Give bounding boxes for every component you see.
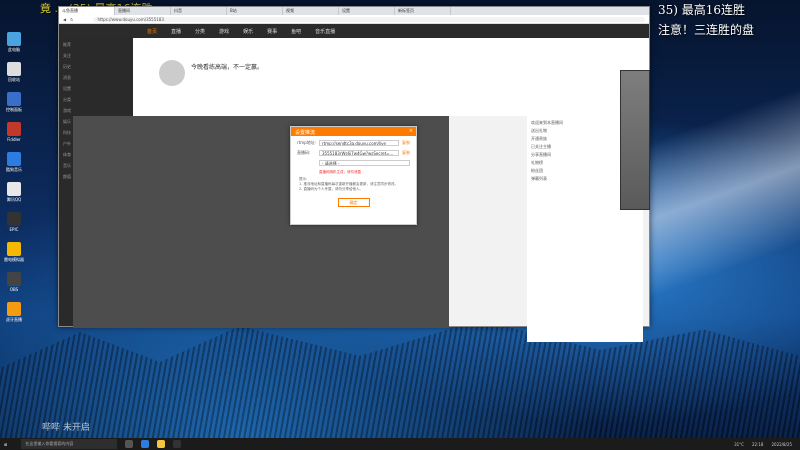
dialog-title: 设置推流 [295, 130, 316, 136]
desktop-icon[interactable]: Fiddler [2, 122, 26, 142]
dialog-header: 设置推流 × [291, 127, 416, 136]
copy-key-button[interactable]: 复制 [402, 150, 410, 156]
nav-item[interactable]: 游戏 [219, 28, 229, 35]
address-bar: ◀ ↻ https://www.douyu.com/3555183 [59, 15, 649, 24]
rtmp-field[interactable]: rtmp://sendtc3a.douyu.com/live [319, 140, 399, 146]
clock-time[interactable]: 22:18 [752, 442, 764, 447]
select-row: - 请选择 - [297, 160, 410, 166]
url-field[interactable]: https://www.douyu.com/3555183 [93, 16, 645, 22]
desktop-icon[interactable]: 虎牙直播 [2, 302, 26, 322]
side-widget[interactable] [620, 70, 650, 210]
sidebar-item[interactable]: 消息 [63, 75, 129, 86]
ok-button[interactable]: 确定 [337, 198, 370, 207]
nav-item[interactable]: 音乐直播 [315, 28, 335, 35]
nav-item[interactable]: 首页 [147, 28, 157, 35]
sidebar-item[interactable]: 设置 [63, 86, 129, 97]
desktop-icon[interactable]: 腾讯QQ [2, 182, 26, 202]
clock-date[interactable]: 2022/8/25 [771, 442, 792, 447]
desktop-icon[interactable]: 酷狗音乐 [2, 152, 26, 172]
nav-item[interactable]: 赛事 [267, 28, 277, 35]
line-select[interactable]: - 请选择 - [319, 160, 410, 166]
browser-tab[interactable]: 视频 [283, 7, 339, 15]
key-label: 直播码: [297, 150, 311, 155]
tips: 提示: 1. 推流地址和直播码每次重新开播都会更新，请注意同步修改。 2. 直播… [299, 177, 408, 192]
browser-tab[interactable]: 抖音 [171, 7, 227, 15]
browser-tab[interactable]: 直播间 [115, 7, 171, 15]
desktop-icon[interactable]: EPIC [2, 212, 26, 232]
nav-item[interactable]: 分类 [195, 28, 205, 35]
sidebar-item[interactable]: 推荐 [63, 42, 129, 53]
browser-tab[interactable]: 斗鱼直播 [59, 7, 115, 15]
avatar[interactable] [159, 60, 185, 86]
windows-start-icon[interactable]: ⊞ [4, 442, 7, 447]
task-view-icon[interactable] [125, 440, 134, 448]
browser-tab[interactable]: 新标签页 [395, 7, 451, 15]
nav-item[interactable]: 娱乐 [243, 28, 253, 35]
overlay-notice: 35) 最高16连胜 注意！三连胜的盘 [658, 0, 800, 44]
browser-tab[interactable]: B站 [227, 7, 283, 15]
desktop-icon[interactable]: 雷电模拟器 [2, 242, 26, 262]
temperature: 31°C [734, 441, 744, 447]
nav-item[interactable]: 直播 [171, 28, 181, 35]
folder-taskbar-icon[interactable] [157, 440, 166, 448]
notice-line-2: 注意！三连胜的盘 [658, 23, 755, 37]
system-tray: 31°C 22:18 2022/8/25 [734, 442, 792, 447]
desktop-icon[interactable]: 控制面板 [2, 92, 26, 112]
stream-watermark: 哔哔 未开启 [42, 423, 90, 433]
browser-tab[interactable]: 设置 [339, 7, 395, 15]
copy-rtmp-button[interactable]: 复制 [402, 140, 410, 146]
rtmp-label: rtmp地址: [297, 140, 316, 145]
desktop-icon[interactable]: OBS [2, 272, 26, 292]
rtmp-row: rtmp地址: rtmp://sendtc3a.douyu.com/live 复… [297, 140, 410, 146]
sidebar-item[interactable]: 分类 [63, 97, 129, 108]
warning-text: 直播码随机生成，请勿泄露 [319, 170, 361, 174]
close-icon[interactable]: × [409, 128, 413, 134]
notice-line-1: 35) 最高16连胜 [658, 3, 746, 17]
tip-2: 2. 直播码为个人专属，请勿分享给他人。 [299, 187, 363, 191]
sidebar-item[interactable]: 历史 [63, 64, 129, 75]
key-row: 直播码: 3555183rWs6i7w4Gw?wsSecret=... 复制 [297, 150, 410, 156]
desktop-icon[interactable]: 回收站 [2, 62, 26, 82]
room-title: 今晚看练高端，不一定赢。 [191, 64, 264, 71]
nav-item[interactable]: 鱼吧 [291, 28, 301, 35]
back-icon[interactable]: ◀ [63, 17, 66, 22]
key-field[interactable]: 3555183rWs6i7w4Gw?wsSecret=... [319, 150, 399, 156]
refresh-icon[interactable]: ↻ [70, 17, 73, 22]
browser-taskbar-icon[interactable] [141, 440, 150, 448]
wallpaper-light-streak [640, 30, 800, 360]
site-nav: 首页 直播 分类 游戏 娱乐 赛事 鱼吧 音乐直播 [59, 24, 649, 38]
room-header: 今晚看练高端，不一定赢。 [133, 38, 649, 116]
desktop-icon[interactable]: 此电脑 [2, 32, 26, 52]
sidebar-item[interactable]: 关注 [63, 53, 129, 64]
taskbar: ⊞ 在这里输入你要搜索的内容 31°C 22:18 2022/8/25 [0, 438, 800, 450]
stream-settings-dialog: 设置推流 × rtmp地址: rtmp://sendtc3a.douyu.com… [290, 126, 417, 225]
obs-taskbar-icon[interactable] [173, 440, 182, 448]
taskbar-search[interactable]: 在这里输入你要搜索的内容 [21, 439, 118, 449]
browser-tabs: 斗鱼直播 直播间 抖音 B站 视频 设置 新标签页 [59, 7, 649, 15]
